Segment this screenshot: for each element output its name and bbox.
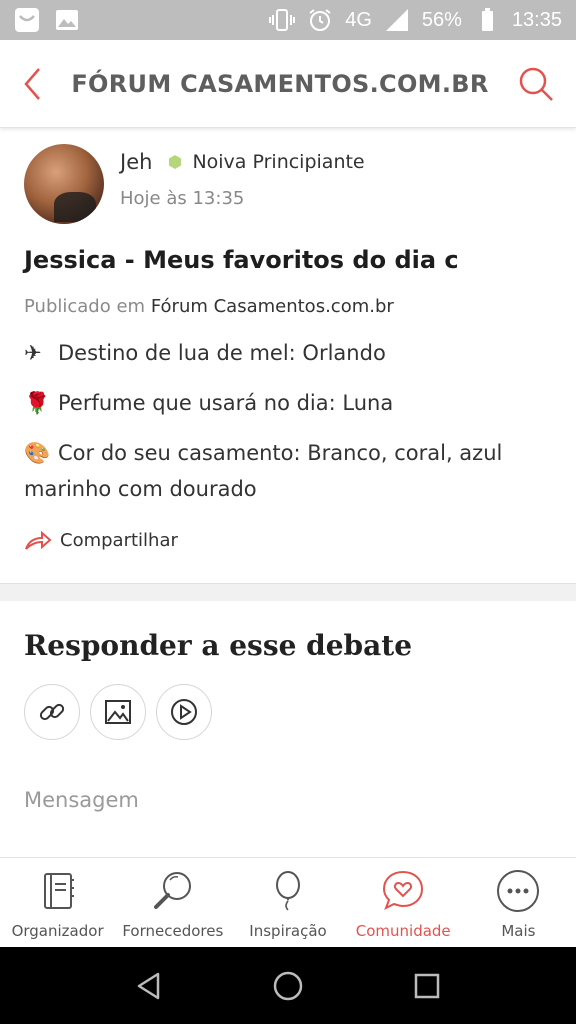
video-icon bbox=[171, 699, 197, 725]
system-recents-button[interactable] bbox=[409, 968, 445, 1004]
network-type: 4G bbox=[345, 8, 372, 31]
share-arrow-icon bbox=[25, 530, 52, 550]
system-back-button[interactable] bbox=[131, 968, 167, 1004]
insert-link-button[interactable] bbox=[24, 684, 80, 740]
system-home-button[interactable] bbox=[270, 968, 306, 1004]
status-bar: 4G 56% 13:35 bbox=[0, 0, 576, 40]
nav-fornecedores[interactable]: Fornecedores bbox=[115, 858, 230, 947]
share-button[interactable]: Compartilhar bbox=[24, 529, 552, 551]
chat-heart-icon bbox=[383, 870, 424, 911]
more-icon bbox=[497, 870, 540, 912]
battery-percent: 56% bbox=[421, 8, 462, 31]
battery-icon bbox=[481, 8, 493, 31]
message-input[interactable] bbox=[24, 788, 544, 812]
airplane-icon: ✈ bbox=[24, 341, 42, 365]
alarm-icon bbox=[309, 9, 331, 31]
nav-label: Fornecedores bbox=[122, 922, 224, 940]
search-button[interactable] bbox=[496, 40, 576, 128]
nav-mais[interactable]: Mais bbox=[461, 858, 576, 947]
content-line: 🎨 Cor do seu casamento: Branco, coral, az… bbox=[24, 435, 552, 507]
post-content: ✈ Destino de lua de mel: Orlando 🌹 Perfume… bbox=[24, 335, 552, 507]
nav-label: Comunidade bbox=[355, 922, 451, 940]
app-header: FÓRUM CASAMENTOS.COM.BR bbox=[0, 40, 576, 128]
status-badge: Noiva Principiante bbox=[192, 151, 365, 173]
author-name[interactable]: Jeh bbox=[120, 150, 152, 174]
post: Jeh Noiva Principiante Hoje às 13:35 Jes… bbox=[0, 130, 576, 551]
search-icon bbox=[519, 67, 553, 101]
reply-tools bbox=[24, 684, 552, 740]
chevron-left-icon bbox=[24, 67, 40, 100]
reply-section: Responder a esse debate bbox=[0, 601, 576, 812]
page-title: FÓRUM CASAMENTOS.COM.BR bbox=[71, 69, 489, 98]
notebook-icon bbox=[43, 873, 74, 909]
nav-comunidade[interactable]: Comunidade bbox=[346, 858, 461, 947]
vibrate-icon bbox=[269, 9, 296, 31]
published-in: Publicado em Fórum Casamentos.com.br bbox=[24, 296, 552, 317]
notification-app-icon bbox=[15, 8, 39, 32]
nav-label: Organizador bbox=[11, 922, 104, 940]
reply-title: Responder a esse debate bbox=[24, 629, 413, 662]
square-recents-icon bbox=[414, 973, 439, 998]
clock: 13:35 bbox=[511, 8, 562, 31]
insert-image-button[interactable] bbox=[90, 684, 146, 740]
author-row: Jeh Noiva Principiante Hoje às 13:35 bbox=[24, 144, 552, 224]
section-divider bbox=[0, 583, 576, 601]
content-line: 🌹 Perfume que usará no dia: Luna bbox=[24, 385, 552, 421]
circle-home-icon bbox=[273, 971, 303, 1000]
palette-icon: 🎨 bbox=[24, 441, 51, 465]
link-icon bbox=[39, 703, 65, 721]
balloon-icon bbox=[276, 871, 300, 911]
gallery-notification-icon bbox=[56, 10, 78, 30]
magnifier-icon bbox=[153, 872, 191, 909]
rose-icon: 🌹 bbox=[24, 391, 51, 415]
triangle-back-icon bbox=[138, 972, 160, 999]
nav-organizador[interactable]: Organizador bbox=[0, 858, 115, 947]
insert-video-button[interactable] bbox=[156, 684, 212, 740]
nav-inspiracao[interactable]: Inspiração bbox=[230, 858, 345, 947]
published-prefix: Publicado em bbox=[24, 296, 146, 317]
system-nav-bar bbox=[0, 947, 576, 1024]
post-time: Hoje às 13:35 bbox=[120, 188, 245, 209]
bottom-nav: Organizador Fornecedores Inspiração Comu… bbox=[0, 857, 576, 947]
share-label: Compartilhar bbox=[60, 529, 178, 551]
back-button[interactable] bbox=[0, 40, 64, 128]
nav-label: Mais bbox=[501, 922, 536, 940]
signal-icon bbox=[385, 9, 408, 31]
image-icon bbox=[105, 700, 131, 724]
nav-label: Inspiração bbox=[249, 922, 327, 940]
forum-link[interactable]: Fórum Casamentos.com.br bbox=[151, 296, 394, 317]
badge-hexagon-icon bbox=[169, 155, 182, 169]
content-line: ✈ Destino de lua de mel: Orlando bbox=[24, 335, 552, 371]
post-title: Jessica - Meus favoritos do dia c bbox=[24, 246, 459, 274]
avatar[interactable] bbox=[24, 144, 104, 224]
